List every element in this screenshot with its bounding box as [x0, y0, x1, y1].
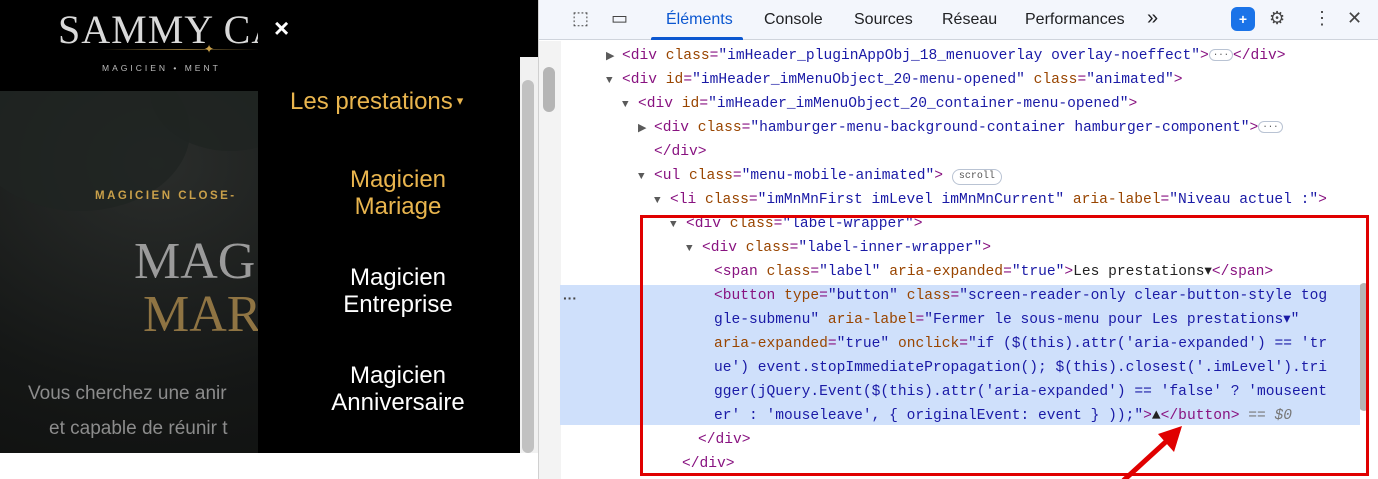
inspect-element-icon[interactable]: ⬚ [572, 8, 589, 29]
submenu-item-label: Anniversaire [331, 389, 465, 416]
expand-arrow-icon[interactable]: ▶ [606, 45, 622, 69]
collapse-arrow-icon[interactable]: ▼ [606, 69, 622, 93]
sparkle-icon: ✦ [204, 42, 215, 56]
submenu-item-label: Magicien [349, 166, 447, 193]
tab-sources[interactable]: Sources [854, 11, 913, 29]
dom-node[interactable]: ▶ <div class="imHeader_pluginAppObj_18_me… [606, 44, 1286, 68]
expand-arrow-icon[interactable]: ▶ [638, 117, 654, 141]
submenu-item-label: Magicien [349, 264, 447, 291]
submenu-item-label: Magicien [349, 362, 447, 389]
menu-current-item[interactable]: Les prestations ▾ [290, 88, 463, 116]
dom-node[interactable]: ▼ <div id="imHeader_imMenuObject_20-menu-… [606, 68, 1183, 92]
collapsed-ellipsis[interactable]: ··· [1208, 49, 1234, 61]
tab-network[interactable]: Réseau [942, 11, 997, 29]
hero-kicker: MAGICIEN CLOSE- [95, 190, 237, 202]
devtools-gutter [539, 41, 561, 479]
submenu-item-label: Entreprise [343, 291, 453, 318]
dom-node-close: </div> [654, 144, 707, 160]
gear-icon[interactable]: ⚙ [1269, 8, 1285, 29]
close-icon[interactable]: ✕ [1347, 8, 1362, 29]
logo-divider [100, 49, 260, 50]
tab-elements[interactable]: Éléments [666, 11, 733, 29]
site-scrollbar-thumb[interactable] [522, 80, 534, 453]
annotation-highlight-box [640, 215, 1369, 476]
submenu-item-label: Mariage [354, 193, 442, 220]
dom-node[interactable]: ▼ <div id="imHeader_imMenuObject_20_conta… [622, 92, 1137, 116]
collapse-arrow-icon[interactable]: ▼ [654, 189, 670, 213]
submenu-item-anniversaire[interactable]: Magicien Anniversaire [258, 362, 538, 416]
active-tab-indicator [651, 37, 743, 40]
close-icon[interactable]: × [274, 13, 289, 44]
site-logo[interactable]: SAMMY CA [58, 6, 281, 53]
website-preview: SAMMY CA ✦ MAGICIEN • MENT MAGICIEN CLOS… [0, 0, 538, 479]
dom-node[interactable]: ▼ <li class="imMnMnFirst imLevel imMnMnCu… [654, 188, 1327, 212]
collapse-arrow-icon[interactable]: ▼ [622, 93, 638, 117]
menu-current-label: Les prestations [290, 88, 453, 115]
submenu-item-entreprise[interactable]: Magicien Entreprise [258, 264, 538, 318]
hero-title-line1: MAG [134, 233, 256, 290]
scroll-badge[interactable]: scroll [951, 169, 1002, 185]
hero-text-line2: et capable de réunir t [49, 418, 228, 439]
caret-down-icon[interactable]: ▾ [457, 93, 464, 108]
device-toolbar-icon[interactable]: ▭ [611, 8, 628, 29]
tab-console[interactable]: Console [764, 11, 823, 29]
annotation-arrow-icon [1121, 426, 1182, 479]
collapse-arrow-icon[interactable]: ▼ [638, 165, 654, 189]
hero-title-line2: MAR [143, 286, 262, 343]
hero-text-line1: Vous cherchez une anir [28, 383, 227, 404]
more-options-icon[interactable]: ⋮ [1313, 8, 1331, 29]
dom-node[interactable]: ▶ <div class="hamburger-menu-background-c… [638, 116, 1283, 140]
tab-performance[interactable]: Performances [1025, 11, 1125, 29]
ai-assistant-icon[interactable]: + [1231, 7, 1255, 31]
devtools-toolbar: ⬚ ▭ Éléments Console Sources Réseau Perf… [539, 0, 1378, 40]
collapsed-ellipsis[interactable]: ··· [1258, 121, 1283, 133]
dom-node[interactable]: ▼ <ul class="menu-mobile-animated"> scrol… [638, 164, 1002, 188]
logo-tagline: MAGICIEN • MENT [102, 63, 221, 73]
devtools-scrollbar-thumb[interactable] [543, 67, 555, 112]
more-tabs-icon[interactable]: » [1147, 7, 1158, 30]
submenu-item-mariage[interactable]: Magicien Mariage [258, 166, 538, 220]
